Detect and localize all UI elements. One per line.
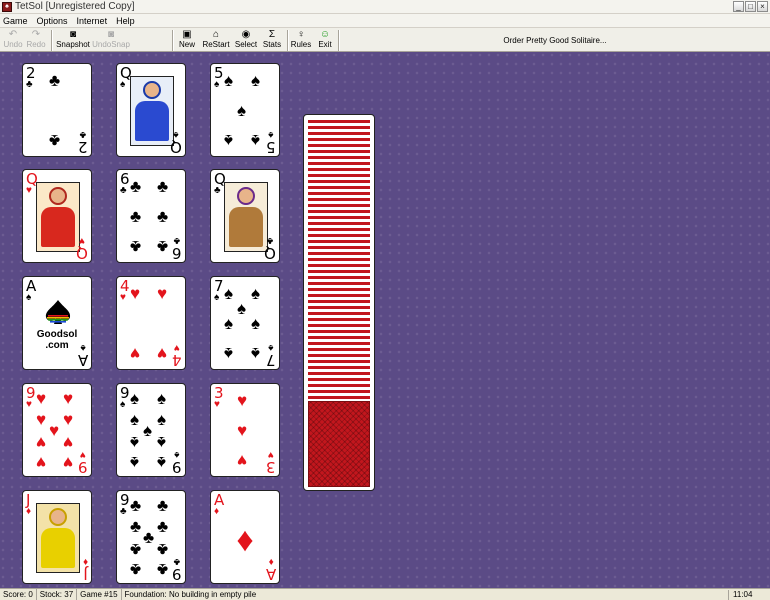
undosnap-button[interactable]: ◙ UndoSnap bbox=[92, 29, 130, 51]
home-icon: ⌂ bbox=[212, 29, 220, 40]
card-q-clubs[interactable]: Q ♣ Q ♣ bbox=[210, 169, 280, 263]
menu-internet[interactable]: Internet bbox=[77, 16, 108, 26]
window-title: TetSol [Unregistered Copy] bbox=[15, 1, 135, 12]
card-a-diamonds[interactable]: A ♦ ♦ A ♦ bbox=[210, 490, 280, 584]
card-2-clubs[interactable]: 2 ♣ ♣ ♣ 2 ♣ bbox=[22, 63, 92, 157]
select-button[interactable]: ◉ Select bbox=[233, 29, 259, 51]
card-9-hearts[interactable]: 9 ♥ ♥ ♥ ♥ ♥ ♥ ♥ ♥ ♥ ♥ 9 ♥ bbox=[22, 383, 92, 477]
toolbar-separator bbox=[51, 30, 53, 51]
camera-undo-icon: ◙ bbox=[107, 29, 115, 40]
toolbar-separator bbox=[287, 30, 289, 51]
undo-icon: ↶ bbox=[8, 29, 18, 40]
new-game-icon: ▣ bbox=[182, 29, 192, 40]
queen-portrait bbox=[130, 76, 174, 146]
queen-portrait bbox=[224, 182, 268, 252]
card-9-clubs[interactable]: 9 ♣ ♣ ♣ ♣ ♣ ♣ ♣ ♣ ♣ ♣ 9 ♣ bbox=[116, 490, 186, 584]
stats-button[interactable]: Σ Stats bbox=[261, 29, 283, 51]
undo-button[interactable]: ↶ Undo bbox=[2, 29, 24, 51]
goodsol-logo-icon bbox=[45, 300, 71, 324]
card-back[interactable] bbox=[308, 401, 370, 487]
exit-button[interactable]: ☺ Exit bbox=[315, 29, 335, 51]
card-q-hearts[interactable]: Q ♥ Q ♥ bbox=[22, 169, 92, 263]
queen-portrait bbox=[36, 182, 80, 252]
stock-card-edges bbox=[308, 120, 370, 403]
snapshot-button[interactable]: ◙ Snapshot bbox=[55, 29, 91, 51]
card-3-hearts[interactable]: 3 ♥ ♥ ♥ ♥ 3 ♥ bbox=[210, 383, 280, 477]
card-4-hearts[interactable]: 4 ♥ ♥ ♥ ♥ ♥ 4 ♥ bbox=[116, 276, 186, 370]
rules-button[interactable]: ♀ Rules bbox=[290, 29, 312, 51]
card-q-spades[interactable]: Q ♠ Q ♠ bbox=[116, 63, 186, 157]
status-clock: 11:04 bbox=[728, 590, 768, 600]
card-j-diamonds[interactable]: J ♦ J ♦ bbox=[22, 490, 92, 584]
title-bar[interactable]: ♠ TetSol [Unregistered Copy] _ □ × bbox=[0, 0, 770, 14]
card-7-spades[interactable]: 7 ♠ ♠ ♠ ♠ ♠ ♠ ♠ ♠ 7 ♠ bbox=[210, 276, 280, 370]
window-controls: _ □ × bbox=[733, 1, 768, 12]
menu-bar: Game Options Internet Help bbox=[0, 14, 770, 27]
new-button[interactable]: ▣ New bbox=[176, 29, 198, 51]
diamond-icon: ♦ bbox=[236, 521, 254, 559]
restart-button[interactable]: ⌂ ReStart bbox=[202, 29, 230, 51]
select-icon: ◉ bbox=[241, 29, 251, 40]
jack-portrait bbox=[36, 503, 80, 573]
card-a-spades[interactable]: A ♠ Goodsol .com A ♠ bbox=[22, 276, 92, 370]
toolbar-separator bbox=[172, 30, 174, 51]
toolbar: ↶ Undo ↷ Redo ◙ Snapshot ◙ UndoSnap ▣ Ne… bbox=[0, 27, 770, 52]
game-table: 2 ♣ ♣ ♣ 2 ♣ Q ♥ Q ♥ A ♠ Goodsol .com A ♠ 9 … bbox=[0, 52, 770, 588]
card-6-clubs[interactable]: 6 ♣ ♣ ♣ ♣ ♣ ♣ ♣ 6 ♣ bbox=[116, 169, 186, 263]
suit-icon: ♣ bbox=[49, 71, 61, 90]
card-9-spades[interactable]: 9 ♠ ♠ ♠ ♠ ♠ ♠ ♠ ♠ ♠ ♠ 9 ♠ bbox=[116, 383, 186, 477]
exit-icon: ☺ bbox=[319, 29, 331, 40]
status-bar: Score: 0 Stock: 37 Game #15 Foundation: … bbox=[0, 588, 770, 600]
close-button[interactable]: × bbox=[757, 1, 768, 12]
status-score: Score: 0 bbox=[0, 589, 37, 600]
redo-button[interactable]: ↷ Redo bbox=[25, 29, 47, 51]
card-5-spades[interactable]: 5 ♠ ♠ ♠ ♠ ♠ ♠ 5 ♠ bbox=[210, 63, 280, 157]
suit-icon: ♣ bbox=[49, 131, 61, 150]
lightbulb-icon: ♀ bbox=[297, 29, 305, 40]
camera-icon: ◙ bbox=[69, 29, 77, 40]
toolbar-separator bbox=[338, 30, 340, 51]
order-link[interactable]: Order Pretty Good Solitaire... bbox=[460, 36, 650, 45]
maximize-button[interactable]: □ bbox=[745, 1, 756, 12]
menu-options[interactable]: Options bbox=[37, 16, 68, 26]
status-stock: Stock: 37 bbox=[37, 589, 78, 600]
redo-icon: ↷ bbox=[31, 29, 41, 40]
status-message: Foundation: No building in empty pile bbox=[124, 590, 257, 599]
app-icon: ♠ bbox=[2, 1, 12, 12]
status-game: Game #15 bbox=[77, 589, 122, 600]
menu-help[interactable]: Help bbox=[116, 16, 135, 26]
sigma-icon: Σ bbox=[268, 29, 276, 40]
menu-game[interactable]: Game bbox=[3, 16, 28, 26]
stock-pile[interactable] bbox=[303, 114, 375, 491]
minimize-button[interactable]: _ bbox=[733, 1, 744, 12]
